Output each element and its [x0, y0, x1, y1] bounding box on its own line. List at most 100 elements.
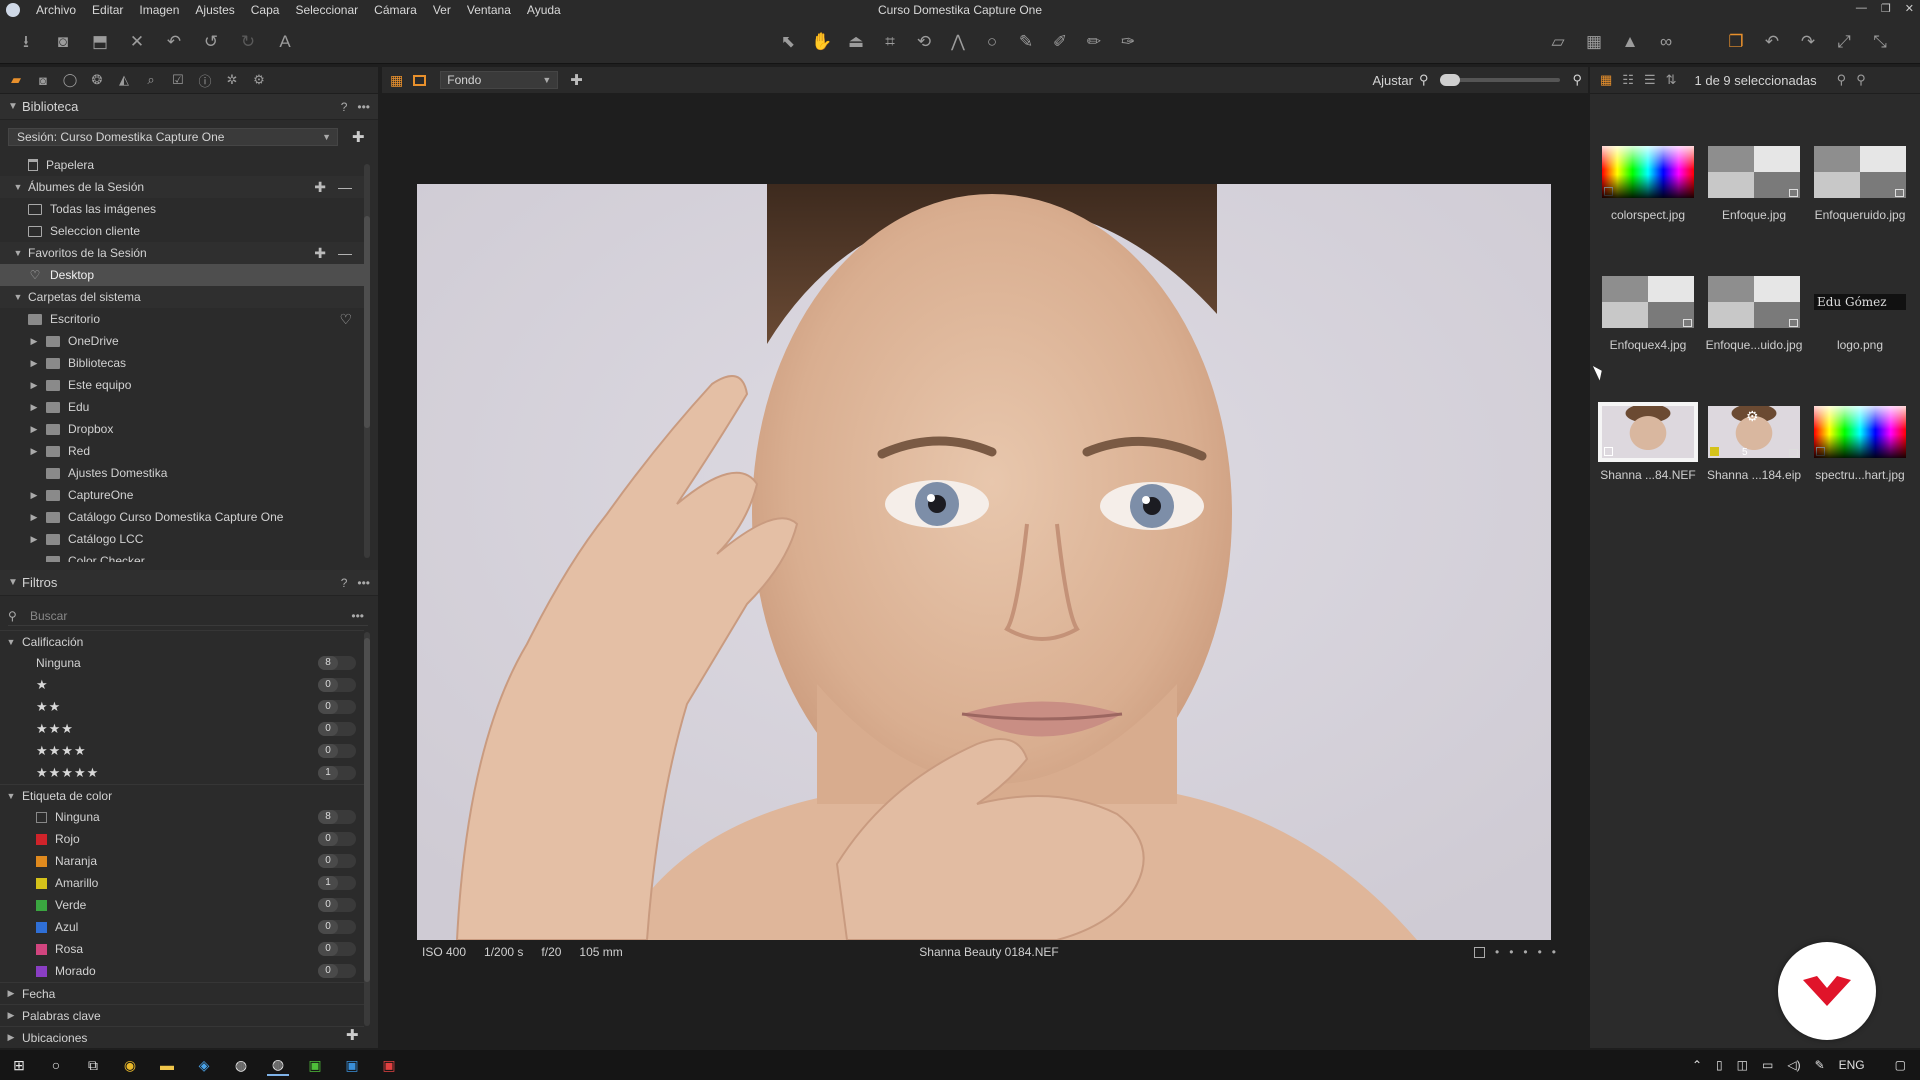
filter-count[interactable]: 0	[318, 700, 356, 714]
library-item[interactable]: ▶ Dropbox	[0, 418, 364, 440]
more-icon[interactable]: •••	[351, 609, 364, 623]
rating-filter-row[interactable]: Ninguna 8	[0, 652, 364, 674]
eraser-icon[interactable]: ✐	[1048, 29, 1072, 53]
rating-filter-row[interactable]: ★★★★★ 1	[0, 762, 364, 784]
menu-item[interactable]: Ajustes	[187, 3, 242, 17]
filmstrip-view-icon[interactable]: ☰	[1644, 72, 1656, 88]
camera-icon[interactable]: ◙	[51, 29, 75, 53]
library-section[interactable]: ▼ Favoritos de la Sesión ✚ —	[0, 242, 364, 264]
chevron-down-icon[interactable]: ▼	[12, 292, 24, 302]
heart-icon[interactable]: ♡	[339, 311, 352, 328]
straighten-icon[interactable]: ⏏	[844, 29, 868, 53]
notifications-icon[interactable]: ▢	[1895, 1058, 1906, 1072]
library-item[interactable]: ▶ Red	[0, 440, 364, 462]
chevron-right-icon[interactable]: ▶	[28, 336, 40, 347]
delete-icon[interactable]: ✕	[125, 29, 149, 53]
import-icon[interactable]: ⭳	[14, 29, 38, 53]
camtasia-icon[interactable]: ▣	[304, 1054, 326, 1076]
output-tab-icon[interactable]: ✲	[222, 71, 242, 89]
chevron-right-icon[interactable]: ▶	[4, 1010, 18, 1021]
color-filter-row[interactable]: Morado 0	[0, 960, 364, 982]
filter-count[interactable]: 1	[318, 876, 356, 890]
multi-view-icon[interactable]: ▦	[390, 72, 403, 89]
filter-group[interactable]: ▼ Calificación	[0, 630, 364, 652]
rating-dot[interactable]: •	[1495, 945, 1499, 959]
library-item[interactable]: ▶ Catálogo Curso Domestika Capture One	[0, 506, 364, 528]
menu-item[interactable]: Imagen	[131, 3, 187, 17]
expand-icon[interactable]: ⤢	[1832, 29, 1856, 53]
filters-header[interactable]: ▼ Filtros ? •••	[0, 570, 378, 596]
library-item[interactable]: ▶ Bibliotecas	[0, 352, 364, 374]
search-input[interactable]: Buscar	[30, 609, 67, 623]
menu-item[interactable]: Archivo	[28, 3, 84, 17]
chevron-right-icon[interactable]: ▶	[28, 380, 40, 391]
add-filter-icon[interactable]: ✚	[346, 1026, 359, 1044]
chevron-right-icon[interactable]: ▶	[4, 1032, 18, 1043]
filter-search[interactable]: ⚲ Buscar •••	[8, 606, 368, 626]
chevron-right-icon[interactable]: ▶	[28, 534, 40, 545]
exposure-tab-icon[interactable]: ◭	[114, 71, 134, 89]
menu-item[interactable]: Ventana	[459, 3, 519, 17]
layers-icon[interactable]: ❐	[1724, 29, 1748, 53]
thumbnail[interactable]: Enfoquex4.jpg	[1598, 272, 1698, 352]
filters-scroll-thumb[interactable]	[364, 638, 370, 982]
add-layer-icon[interactable]: ✚	[570, 71, 583, 89]
filter-group-collapsed[interactable]: ▶ Ubicaciones	[0, 1026, 364, 1048]
library-item[interactable]: Escritorio ♡	[0, 308, 364, 330]
export-icon[interactable]: ⬒	[88, 29, 112, 53]
menu-item[interactable]: Cámara	[366, 3, 425, 17]
single-view-icon[interactable]	[413, 74, 427, 86]
color-filter-row[interactable]: Naranja 0	[0, 850, 364, 872]
library-scrollbar[interactable]	[364, 164, 370, 558]
rating-dot[interactable]: •	[1523, 945, 1527, 959]
library-tab-icon[interactable]: ▰	[6, 71, 26, 89]
rating-filter-row[interactable]: ★ 0	[0, 674, 364, 696]
library-item[interactable]: ▶ Catálogo LCC	[0, 528, 364, 550]
search-circle-icon[interactable]: ○	[45, 1054, 67, 1076]
main-photo[interactable]	[417, 184, 1551, 940]
library-header[interactable]: ▼ Biblioteca ? •••	[0, 94, 378, 120]
app-icon[interactable]	[6, 3, 20, 17]
volume-icon[interactable]: ◁)	[1787, 1058, 1800, 1072]
more-icon[interactable]: •••	[357, 576, 370, 590]
filter-count[interactable]: 0	[318, 722, 356, 736]
brush-icon[interactable]: ✎	[1014, 29, 1038, 53]
glasses-icon[interactable]: ∞	[1654, 29, 1678, 53]
zoom-icon[interactable]: ⚲	[1837, 72, 1847, 88]
file-explorer-icon[interactable]: ▬	[156, 1054, 178, 1076]
library-item[interactable]: Papelera	[0, 154, 364, 176]
chevron-right-icon[interactable]: ▶	[28, 446, 40, 457]
menu-item[interactable]: Editar	[84, 3, 131, 17]
zoom-slider[interactable]	[1440, 74, 1561, 86]
filters-scrollbar[interactable]	[364, 632, 370, 1026]
filter-group-collapsed[interactable]: ▶ Palabras clave	[0, 1004, 364, 1026]
thumbnail[interactable]: 5 Shanna ...184.eip	[1704, 402, 1804, 482]
filter-count[interactable]: 0	[318, 854, 356, 868]
pen-icon[interactable]: ✎	[1815, 1058, 1825, 1072]
chevron-right-icon[interactable]: ▶	[28, 512, 40, 523]
undo-history-icon[interactable]: ↶	[162, 29, 186, 53]
chevron-right-icon[interactable]: ▶	[28, 490, 40, 501]
display-icon[interactable]: ▭	[1762, 1058, 1773, 1072]
color-filter-row[interactable]: Verde 0	[0, 894, 364, 916]
color-filter-row[interactable]: Ninguna 8	[0, 806, 364, 828]
thumbnail[interactable]: colorspect.jpg	[1598, 142, 1698, 222]
chevron-down-icon[interactable]: ▼	[4, 637, 18, 647]
filter-count[interactable]: 8	[318, 656, 356, 670]
filter-count[interactable]: 0	[318, 920, 356, 934]
library-item[interactable]: ▶ CaptureOne	[0, 484, 364, 506]
session-select[interactable]: Sesión: Curso Domestika Capture One ▼	[8, 128, 338, 146]
menu-item[interactable]: Ver	[425, 3, 459, 17]
library-item[interactable]: ▶ Este equipo	[0, 374, 364, 396]
redo-icon[interactable]: ↻	[236, 29, 260, 53]
help-icon[interactable]: ?	[341, 100, 348, 114]
collapse-icon[interactable]: ⤡	[1868, 29, 1892, 53]
exposure-warning-icon[interactable]: ▲	[1618, 29, 1642, 53]
search-icon[interactable]: ⚲	[1856, 72, 1866, 88]
zoom-fit-label[interactable]: Ajustar	[1372, 73, 1412, 88]
library-item[interactable]: ▶ Edu	[0, 396, 364, 418]
filter-count[interactable]: 0	[318, 744, 356, 758]
library-item[interactable]: ▶ OneDrive	[0, 330, 364, 352]
windows-start-icon[interactable]: ⊞	[8, 1054, 30, 1076]
zoom-slider-knob[interactable]	[1440, 74, 1461, 86]
